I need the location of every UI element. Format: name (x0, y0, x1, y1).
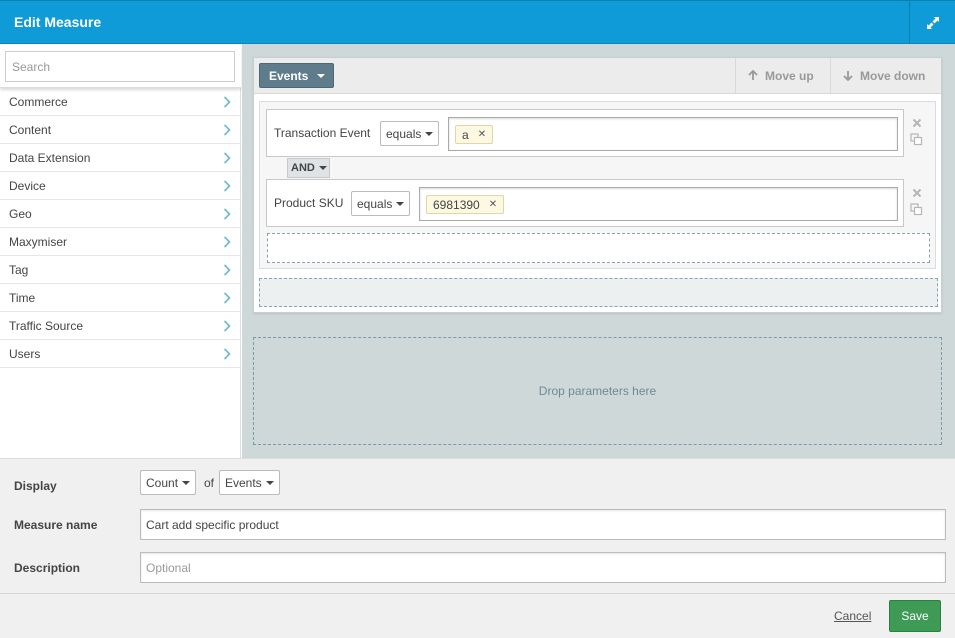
category-item-data-extension[interactable]: Data Extension (0, 144, 241, 172)
operator-select[interactable]: equals (380, 121, 440, 146)
search-container (0, 44, 241, 88)
category-label: Content (9, 122, 52, 137)
category-item-device[interactable]: Device (0, 172, 241, 200)
category-item-traffic-source[interactable]: Traffic Source (0, 312, 241, 340)
category-label: Time (9, 290, 36, 305)
caret-down-icon (425, 131, 434, 136)
group-drop-zone[interactable] (267, 233, 930, 263)
move-up-button[interactable]: Move up (735, 58, 830, 93)
chevron-right-icon (223, 95, 231, 108)
category-item-commerce[interactable]: Commerce (0, 88, 241, 116)
category-item-content[interactable]: Content (0, 116, 241, 144)
chevron-right-icon (223, 179, 231, 192)
measure-name-label: Measure name (14, 518, 98, 532)
display-scope-value: Events (225, 475, 262, 490)
category-item-maxymiser[interactable]: Maxymiser (0, 228, 241, 256)
description-input[interactable] (140, 552, 946, 583)
display-scope-select[interactable]: Events (219, 470, 280, 495)
copy-condition-icon[interactable] (910, 203, 923, 216)
category-item-users[interactable]: Users (0, 340, 241, 368)
category-label: Geo (9, 206, 32, 221)
chevron-right-icon (223, 347, 231, 360)
save-button[interactable]: Save (889, 600, 941, 632)
condition-value-input[interactable]: a ✕ (448, 117, 898, 151)
dialog-titlebar: Edit Measure (0, 0, 955, 44)
category-list: Commerce Content Data Extension Device G… (0, 88, 241, 368)
category-item-geo[interactable]: Geo (0, 200, 241, 228)
delete-condition-icon[interactable] (912, 188, 922, 198)
display-function-value: Count (146, 475, 179, 490)
parameter-drop-zone[interactable]: Drop parameters here (253, 337, 942, 445)
drop-zone-text: Drop parameters here (538, 384, 657, 398)
operator-value: equals (386, 126, 422, 141)
caret-down-icon (265, 480, 274, 485)
move-up-label: Move up (765, 68, 814, 83)
caret-down-icon (317, 73, 326, 78)
category-label: Device (9, 178, 46, 193)
condition-group: Transaction Event equals a ✕ AND Product… (259, 101, 936, 269)
caret-down-icon (396, 201, 405, 206)
category-label: Tag (9, 262, 29, 277)
category-label: Users (9, 346, 41, 361)
remove-tag-icon[interactable]: ✕ (489, 199, 497, 210)
dialog-title: Edit Measure (14, 14, 102, 30)
arrow-down-icon (843, 71, 853, 81)
expand-button[interactable] (909, 1, 955, 44)
description-label: Description (14, 561, 81, 575)
measure-form: Display Count of Events Measure name Des… (0, 458, 955, 593)
arrow-up-icon (748, 70, 758, 80)
category-item-tag[interactable]: Tag (0, 256, 241, 284)
condition-actions (909, 118, 925, 146)
category-label: Commerce (9, 94, 68, 109)
chevron-right-icon (223, 207, 231, 220)
chevron-right-icon (223, 263, 231, 276)
expand-arrows-icon (926, 16, 939, 29)
value-tag: a ✕ (455, 125, 494, 144)
display-label: Display (14, 479, 57, 493)
value-tag-label: a (462, 127, 469, 142)
condition-actions (909, 188, 925, 216)
builder-drop-zone[interactable] (259, 278, 938, 307)
value-tag: 6981390 ✕ (426, 195, 505, 214)
dialog-footer: Cancel Save (0, 593, 955, 638)
builder-toolbar: Events Move up Move down (254, 58, 941, 94)
measure-name-input[interactable] (140, 509, 946, 540)
parameter-sidebar: Commerce Content Data Extension Device G… (0, 44, 241, 458)
chevron-right-icon (223, 291, 231, 304)
category-label: Data Extension (9, 150, 91, 165)
and-connector-dropdown[interactable]: AND (287, 158, 330, 178)
cancel-link[interactable]: Cancel (834, 609, 871, 623)
events-scope-dropdown[interactable]: Events (259, 63, 334, 88)
category-item-time[interactable]: Time (0, 284, 241, 312)
display-function-select[interactable]: Count (140, 470, 197, 495)
move-down-label: Move down (860, 68, 926, 83)
caret-down-icon (318, 166, 327, 170)
builder-workspace: Events Move up Move down Transaction Eve… (242, 44, 955, 458)
operator-value: equals (357, 196, 393, 211)
operator-select[interactable]: equals (351, 191, 411, 216)
category-label: Maxymiser (9, 234, 68, 249)
of-label: of (204, 476, 215, 490)
chevron-right-icon (223, 123, 231, 136)
chevron-right-icon (223, 319, 231, 332)
events-scope-label: Events (269, 68, 309, 83)
chevron-right-icon (223, 151, 231, 164)
copy-condition-icon[interactable] (910, 133, 923, 146)
search-input[interactable] (5, 51, 235, 82)
delete-condition-icon[interactable] (912, 118, 922, 128)
condition-builder: Events Move up Move down Transaction Eve… (253, 57, 942, 313)
caret-down-icon (182, 480, 191, 485)
and-connector-label: AND (291, 162, 315, 174)
category-label: Traffic Source (9, 318, 84, 333)
chevron-right-icon (223, 235, 231, 248)
condition-value-input[interactable]: 6981390 ✕ (419, 187, 898, 221)
value-tag-label: 6981390 (433, 197, 480, 212)
condition-row: Transaction Event equals a ✕ (266, 109, 904, 157)
move-down-button[interactable]: Move down (830, 58, 941, 93)
condition-row: Product SKU equals 6981390 ✕ (266, 179, 904, 227)
remove-tag-icon[interactable]: ✕ (478, 129, 486, 140)
condition-field-label: Transaction Event (274, 126, 371, 140)
save-label: Save (901, 609, 929, 623)
condition-field-label: Product SKU (274, 196, 344, 210)
